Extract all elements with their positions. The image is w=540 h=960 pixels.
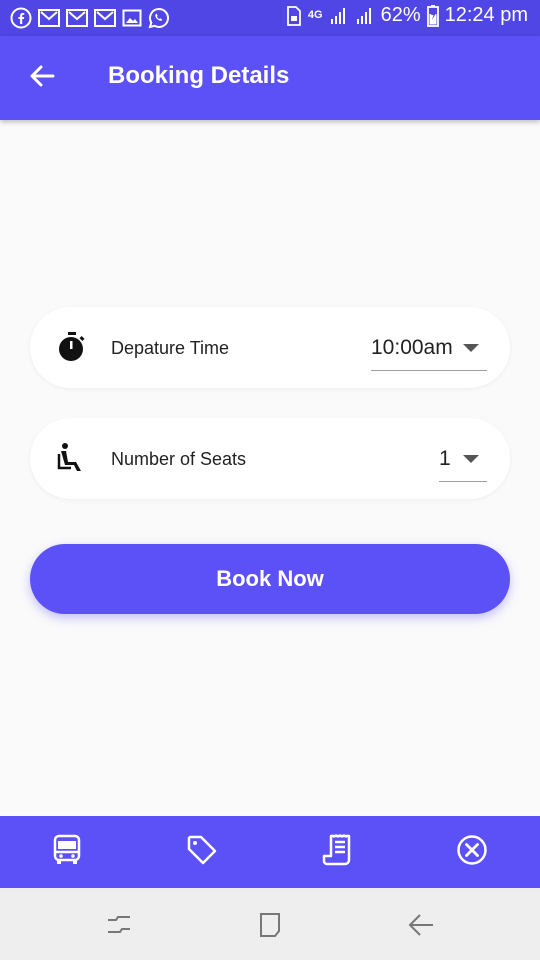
notification-icons (10, 7, 170, 29)
nav-receipt-button[interactable] (319, 833, 355, 871)
facebook-icon (10, 7, 32, 29)
dropdown-arrow-icon (463, 344, 479, 352)
signal-icon (355, 6, 375, 26)
battery-percentage: 62% (380, 4, 421, 26)
system-back-icon[interactable] (406, 910, 436, 940)
system-status: 4G 62% 12:24 pm (286, 4, 528, 27)
status-bar: 4G 62% 12:24 pm (0, 0, 540, 36)
book-now-button[interactable]: Book Now (30, 544, 510, 614)
tag-icon (186, 834, 218, 871)
network-type-icon: 4G (307, 9, 323, 21)
dropdown-arrow-icon (463, 455, 479, 463)
whatsapp-icon (148, 7, 170, 29)
seats-card: Number of Seats 1 (30, 418, 510, 499)
gmail-icon (38, 8, 60, 28)
battery-icon (426, 4, 439, 27)
nav-cancel-button[interactable] (454, 834, 490, 870)
departure-time-card: Depature Time 10:00am (30, 307, 510, 388)
stopwatch-icon (56, 331, 88, 363)
gmail-icon (66, 8, 88, 28)
nav-tag-button[interactable] (184, 834, 220, 870)
recent-apps-icon[interactable] (104, 910, 134, 940)
arrow-back-icon (29, 63, 55, 94)
seat-icon (56, 442, 88, 474)
bus-icon (52, 834, 82, 871)
page-title: Booking Details (108, 62, 290, 89)
signal-icon (329, 6, 349, 26)
sim-icon (286, 5, 302, 26)
seats-dropdown[interactable]: 1 (439, 438, 487, 482)
departure-time-dropdown[interactable]: 10:00am (371, 327, 487, 371)
seats-label: Number of Seats (111, 449, 247, 469)
nav-bus-button[interactable] (49, 834, 85, 870)
receipt-icon (322, 833, 352, 871)
home-icon[interactable] (255, 910, 285, 940)
gmail-icon (94, 8, 116, 28)
bottom-navigation (0, 816, 540, 888)
seats-value: 1 (439, 447, 451, 470)
close-circle-icon (456, 834, 488, 871)
app-bar: Booking Details (0, 36, 540, 120)
clock: 12:24 pm (444, 4, 528, 26)
departure-time-value: 10:00am (371, 336, 453, 359)
gallery-icon (122, 8, 142, 28)
departure-time-label: Depature Time (111, 338, 230, 358)
back-button[interactable] (20, 56, 64, 100)
system-navigation-bar (0, 888, 540, 960)
